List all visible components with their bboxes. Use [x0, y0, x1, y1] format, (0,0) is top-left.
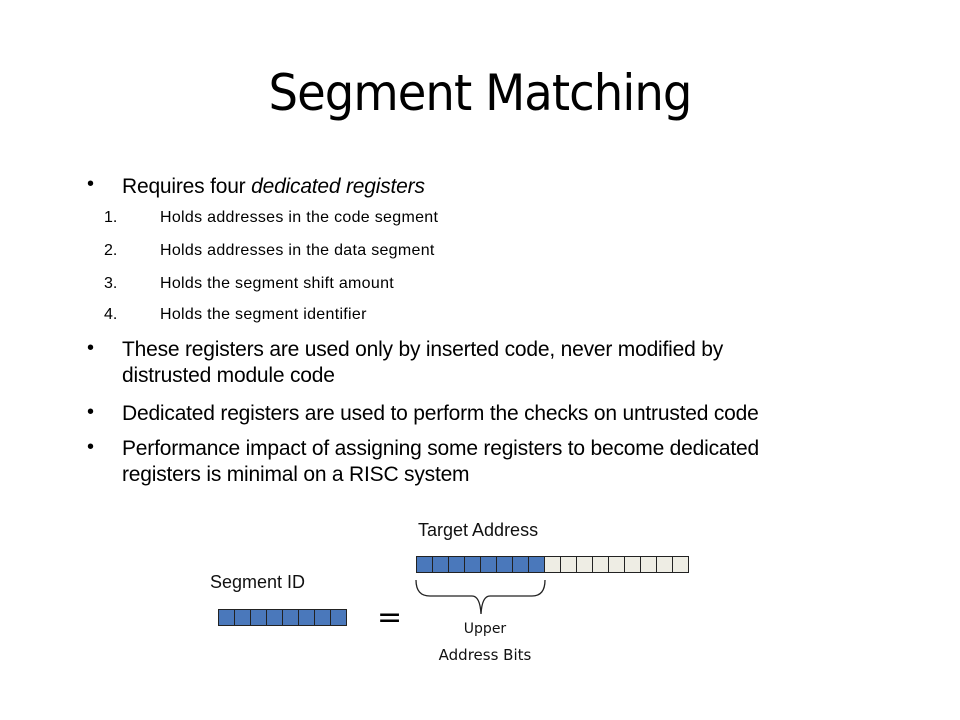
- segment-id-bit: [251, 610, 267, 625]
- upper-address-bit: [529, 557, 545, 572]
- bullet-4: Performance impact of assigning some reg…: [122, 436, 882, 488]
- segment-id-bit: [235, 610, 251, 625]
- target-address-bits: [416, 556, 689, 573]
- upper-address-bit: [513, 557, 529, 572]
- bullet-4-line-2: registers is minimal on a RISC system: [122, 463, 470, 486]
- lower-address-bit: [545, 557, 561, 572]
- segment-id-label: Segment ID: [210, 572, 306, 592]
- sub-item-text: Holds addresses in the data segment: [160, 242, 435, 259]
- segment-id-bit: [219, 610, 235, 625]
- target-address-label: Target Address: [418, 520, 539, 540]
- bullet-3-line-1: Dedicated registers are used to perform …: [122, 402, 759, 425]
- bullet-1-emphasis: dedicated registers: [251, 175, 425, 198]
- segment-id-bit: [299, 610, 315, 625]
- upper-label: Upper: [463, 621, 507, 637]
- lower-address-bit: [657, 557, 673, 572]
- segment-id-bit: [331, 610, 346, 625]
- upper-address-bit: [497, 557, 513, 572]
- bullet-dot: •: [87, 401, 95, 423]
- slide-title: Segment Matching: [268, 64, 693, 122]
- upper-address-bit: [449, 557, 465, 572]
- lower-address-bit: [593, 557, 609, 572]
- sub-item-number: 4.: [104, 306, 118, 323]
- sub-item-text: Holds the segment identifier: [160, 306, 367, 323]
- upper-address-bit: [481, 557, 497, 572]
- bullet-dot: •: [87, 173, 95, 195]
- bullet-4-line-1: Performance impact of assigning some reg…: [122, 437, 759, 460]
- bullet-2: These registers are used only by inserte…: [122, 337, 882, 389]
- sub-item-number: 2.: [104, 242, 118, 259]
- bullet-1: Requires four dedicated registers: [122, 174, 882, 200]
- sub-item-text: Holds addresses in the code segment: [160, 209, 439, 226]
- bullet-2-line-1: These registers are used only by inserte…: [122, 338, 723, 361]
- sub-item-number: 3.: [104, 275, 118, 292]
- bullet-3: Dedicated registers are used to perform …: [122, 401, 882, 427]
- bullet-dot: •: [87, 436, 95, 458]
- lower-address-bit: [641, 557, 657, 572]
- segment-id-bit: [267, 610, 283, 625]
- lower-address-bit: [625, 557, 641, 572]
- bullet-1-text: Requires four: [122, 175, 252, 198]
- lower-address-bit: [609, 557, 625, 572]
- upper-address-bit: [433, 557, 449, 572]
- address-bits-label: Address Bits: [438, 646, 532, 664]
- lower-address-bit: [561, 557, 577, 572]
- bullet-dot: •: [87, 337, 95, 359]
- segment-id-bit: [315, 610, 331, 625]
- upper-address-bit: [417, 557, 433, 572]
- sub-item-text: Holds the segment shift amount: [160, 275, 395, 292]
- segment-id-bits: [218, 609, 347, 626]
- lower-address-bit: [673, 557, 688, 572]
- sub-item-number: 1.: [104, 209, 118, 226]
- curly-brace-icon: [415, 579, 546, 615]
- equals-sign: =: [377, 600, 403, 635]
- lower-address-bit: [577, 557, 593, 572]
- bullet-2-line-2: distrusted module code: [122, 364, 335, 387]
- upper-address-bit: [465, 557, 481, 572]
- segment-id-bit: [283, 610, 299, 625]
